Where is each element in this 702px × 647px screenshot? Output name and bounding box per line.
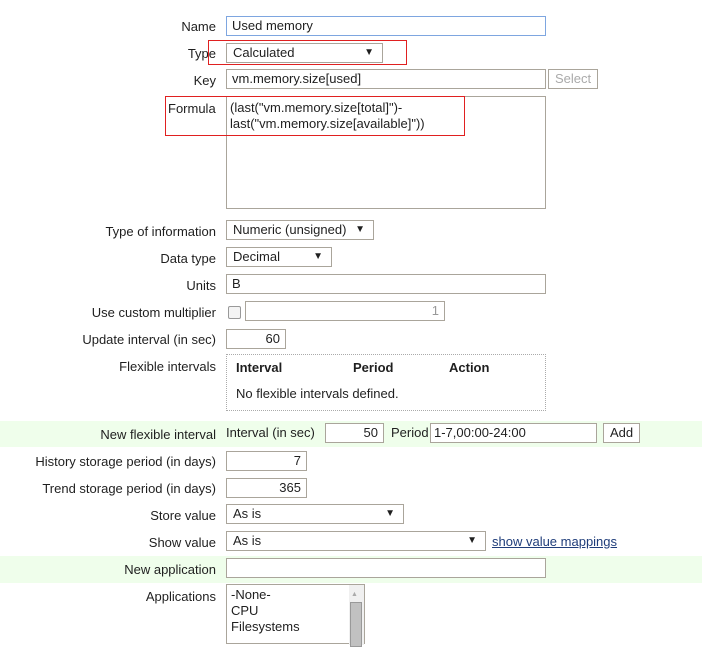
show-value-mappings-link[interactable]: show value mappings xyxy=(492,534,617,549)
applications-label: Applications xyxy=(145,589,216,604)
period-input[interactable]: 1-7,00:00-24:00 xyxy=(430,423,597,443)
new-flexible-interval-label: New flexible interval xyxy=(100,427,216,442)
flexible-intervals-label: Flexible intervals xyxy=(119,359,216,374)
type-of-information-select[interactable]: Numeric (unsigned) ▼ xyxy=(226,220,374,240)
application-option[interactable]: -None- xyxy=(231,587,360,603)
flexible-intervals-table: Interval Period Action No flexible inter… xyxy=(226,354,546,411)
show-value-label: Show value xyxy=(148,535,216,550)
dropdown-arrow-icon: ▼ xyxy=(313,251,323,262)
selected-value: As is xyxy=(233,506,262,521)
scrollbar[interactable]: ▲ xyxy=(349,585,364,647)
name-input[interactable]: Used memory xyxy=(226,16,546,36)
units-label: Units xyxy=(186,278,216,293)
annotation-box xyxy=(165,96,465,136)
show-value-select[interactable]: As is ▼ xyxy=(226,531,486,551)
applications-listbox[interactable]: -None- CPU Filesystems ▲ xyxy=(226,584,365,647)
column-header: Interval xyxy=(236,360,283,375)
type-of-information-label: Type of information xyxy=(105,224,216,239)
selected-value: Decimal xyxy=(233,249,280,264)
units-input[interactable]: B xyxy=(226,274,546,294)
interval-label: Interval (in sec) xyxy=(226,425,315,440)
update-interval-label: Update interval (in sec) xyxy=(82,332,216,347)
dropdown-arrow-icon: ▼ xyxy=(467,535,477,546)
dropdown-arrow-icon: ▼ xyxy=(355,224,365,235)
trend-input[interactable]: 365 xyxy=(226,478,307,498)
data-type-label: Data type xyxy=(160,251,216,266)
application-option[interactable]: CPU xyxy=(231,603,360,619)
selected-value: As is xyxy=(233,533,262,548)
data-type-select[interactable]: Decimal ▼ xyxy=(226,247,332,267)
trend-label: Trend storage period (in days) xyxy=(42,481,216,496)
period-label: Period xyxy=(391,425,429,440)
custom-multiplier-input[interactable]: 1 xyxy=(245,301,445,321)
column-header: Action xyxy=(449,360,490,375)
key-input[interactable]: vm.memory.size[used] xyxy=(226,69,546,89)
application-option[interactable]: Filesystems xyxy=(231,619,360,635)
custom-multiplier-checkbox[interactable] xyxy=(228,306,241,319)
name-label: Name xyxy=(181,19,216,34)
column-header: Period xyxy=(353,360,394,375)
history-input[interactable]: 7 xyxy=(226,451,307,471)
custom-multiplier-label: Use custom multiplier xyxy=(91,305,216,320)
annotation-box xyxy=(208,40,407,65)
dropdown-arrow-icon: ▼ xyxy=(385,508,395,519)
store-value-select[interactable]: As is ▼ xyxy=(226,504,404,524)
scrollbar-thumb[interactable] xyxy=(350,602,362,647)
new-application-input[interactable] xyxy=(226,558,546,578)
new-application-label: New application xyxy=(124,562,216,577)
interval-input[interactable]: 50 xyxy=(325,423,384,443)
history-label: History storage period (in days) xyxy=(35,454,216,469)
scroll-up-icon[interactable]: ▲ xyxy=(351,587,358,603)
update-interval-input[interactable]: 60 xyxy=(226,329,286,349)
empty-message: No flexible intervals defined. xyxy=(236,386,399,401)
select-button[interactable]: Select xyxy=(548,69,599,89)
store-value-label: Store value xyxy=(150,508,216,523)
add-button[interactable]: Add xyxy=(603,423,641,443)
key-label: Key xyxy=(193,73,216,88)
selected-value: Numeric (unsigned) xyxy=(233,222,347,237)
